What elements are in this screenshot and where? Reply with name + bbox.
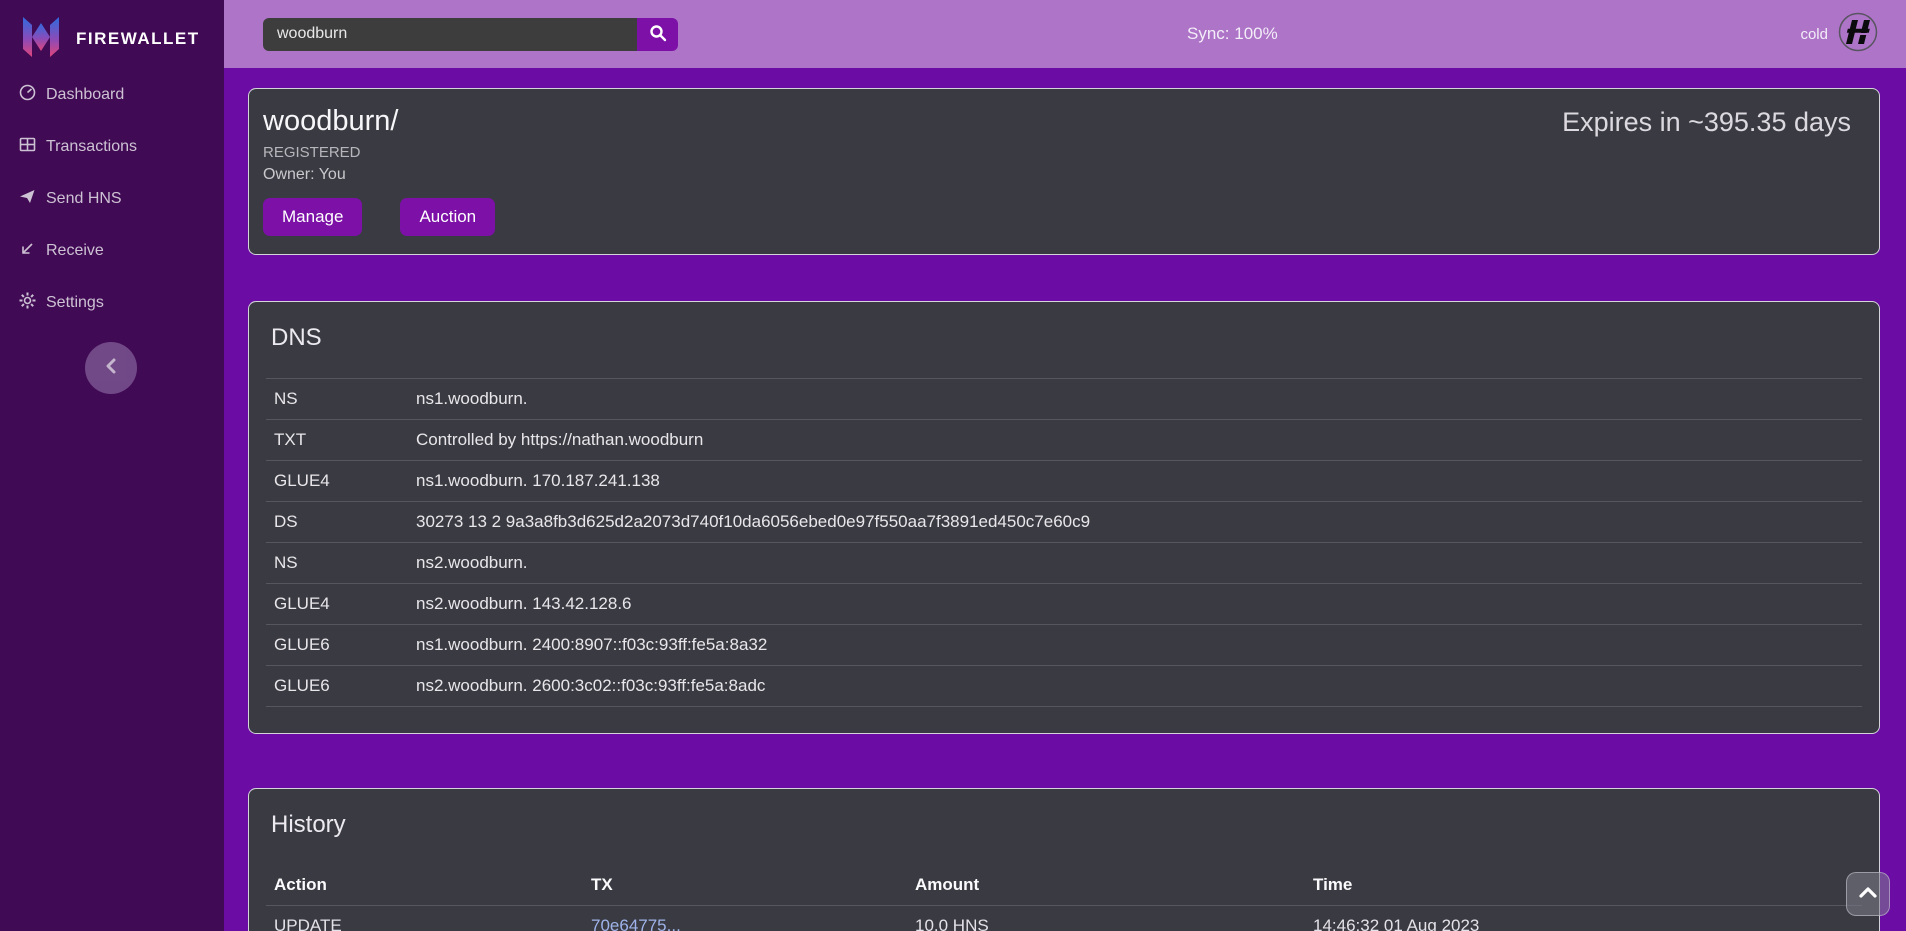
manage-button[interactable]: Manage — [263, 198, 362, 236]
dns-record-type: DS — [266, 512, 408, 532]
search-icon — [649, 24, 667, 45]
dns-record-row: NS ns2.woodburn. — [266, 543, 1862, 584]
history-header-row: Action TX Amount Time — [266, 865, 1862, 906]
gauge-icon — [19, 84, 36, 106]
history-action: UPDATE — [266, 916, 583, 931]
sidebar-collapse-button[interactable] — [85, 342, 137, 394]
table-icon — [19, 136, 36, 158]
dns-card: DNS NS ns1.woodburn. TXT Controlled by h… — [248, 301, 1880, 734]
sidebar-item-label: Dashboard — [46, 86, 124, 104]
dns-record-row: NS ns1.woodburn. — [266, 379, 1862, 420]
auction-button[interactable]: Auction — [400, 198, 495, 236]
history-header-time: Time — [1305, 875, 1862, 895]
dns-record-type: TXT — [266, 430, 408, 450]
scroll-to-top-button[interactable] — [1846, 872, 1890, 916]
sidebar-item-label: Send HNS — [46, 190, 122, 208]
domain-owner: Owner: You — [263, 166, 1853, 184]
gear-icon — [19, 292, 36, 314]
search-input[interactable] — [263, 18, 637, 51]
dns-record-value: ns2.woodburn. 143.42.128.6 — [408, 594, 1862, 614]
wallet-selector[interactable]: cold — [1800, 0, 1878, 68]
sidebar-item-label: Settings — [46, 294, 104, 312]
dns-record-value: ns2.woodburn. — [408, 553, 1862, 573]
history-header-tx: TX — [583, 875, 907, 895]
history-header-amount: Amount — [907, 875, 1305, 895]
history-amount: 10.0 HNS — [907, 916, 1305, 931]
dns-record-type: GLUE4 — [266, 471, 408, 491]
dns-record-row: DS 30273 13 2 9a3a8fb3d625d2a2073d740f10… — [266, 502, 1862, 543]
dns-record-value: ns1.woodburn. 170.187.241.138 — [408, 471, 1862, 491]
history-card: History Action TX Amount Time UPDATE 70e… — [248, 788, 1880, 931]
send-icon — [19, 188, 36, 210]
dns-record-row: GLUE6 ns1.woodburn. 2400:8907::f03c:93ff… — [266, 625, 1862, 666]
domain-card: woodburn/ REGISTERED Owner: You Manage A… — [248, 88, 1880, 255]
sidebar-item-label: Transactions — [46, 138, 137, 156]
dns-title: DNS — [271, 324, 1862, 352]
brand: FIREWALLET — [0, 0, 224, 68]
history-header-action: Action — [266, 875, 583, 895]
dns-record-value: ns1.woodburn. 2400:8907::f03c:93ff:fe5a:… — [408, 635, 1862, 655]
sidebar-item-label: Receive — [46, 242, 104, 260]
sidebar-item-settings[interactable]: Settings — [0, 277, 224, 329]
chevron-left-icon — [105, 358, 117, 379]
chevron-up-icon — [1859, 885, 1877, 903]
tx-link[interactable]: 70e64775... — [583, 916, 907, 931]
dns-record-value: Controlled by https://nathan.woodburn — [408, 430, 1862, 450]
sidebar: FIREWALLET Dashboard Transactions — [0, 0, 224, 931]
dns-record-type: NS — [266, 389, 408, 409]
topbar: Sync: 100% cold — [224, 0, 1906, 68]
search-box — [263, 18, 678, 51]
brand-name: FIREWALLET — [76, 29, 200, 49]
history-title: History — [271, 811, 1862, 839]
dns-record-row: GLUE4 ns1.woodburn. 170.187.241.138 — [266, 461, 1862, 502]
firewallet-logo-icon — [18, 13, 64, 66]
search-button[interactable] — [637, 18, 678, 51]
receive-icon — [19, 240, 36, 262]
sync-status: Sync: 100% — [1187, 24, 1278, 44]
sidebar-item-dashboard[interactable]: Dashboard — [0, 69, 224, 121]
sidebar-item-transactions[interactable]: Transactions — [0, 121, 224, 173]
history-table: Action TX Amount Time UPDATE 70e64775...… — [266, 865, 1862, 931]
dns-record-value: ns1.woodburn. — [408, 389, 1862, 409]
dns-record-type: GLUE4 — [266, 594, 408, 614]
wallet-name: cold — [1800, 26, 1828, 43]
sidebar-menu: Dashboard Transactions Send HNS — [0, 68, 224, 329]
sidebar-item-send-hns[interactable]: Send HNS — [0, 173, 224, 225]
dns-record-value: ns2.woodburn. 2600:3c02::f03c:93ff:fe5a:… — [408, 676, 1862, 696]
history-row: UPDATE 70e64775... 10.0 HNS 14:46:32 01 … — [266, 906, 1862, 931]
expires-label: Expires in ~395.35 days — [1562, 107, 1851, 138]
history-time: 14:46:32 01 Aug 2023 — [1305, 916, 1862, 931]
handshake-logo-icon — [1838, 12, 1878, 57]
history-rows: UPDATE 70e64775... 10.0 HNS 14:46:32 01 … — [266, 906, 1862, 931]
dns-record-row: GLUE6 ns2.woodburn. 2600:3c02::f03c:93ff… — [266, 666, 1862, 707]
sidebar-item-receive[interactable]: Receive — [0, 225, 224, 277]
dns-record-type: GLUE6 — [266, 676, 408, 696]
dns-table: NS ns1.woodburn. TXT Controlled by https… — [266, 378, 1862, 707]
dns-record-type: GLUE6 — [266, 635, 408, 655]
dns-record-value: 30273 13 2 9a3a8fb3d625d2a2073d740f10da6… — [408, 512, 1862, 532]
dns-record-row: TXT Controlled by https://nathan.woodbur… — [266, 420, 1862, 461]
main-content: woodburn/ REGISTERED Owner: You Manage A… — [224, 68, 1906, 931]
dns-record-type: NS — [266, 553, 408, 573]
domain-status: REGISTERED — [263, 144, 1853, 161]
dns-record-row: GLUE4 ns2.woodburn. 143.42.128.6 — [266, 584, 1862, 625]
